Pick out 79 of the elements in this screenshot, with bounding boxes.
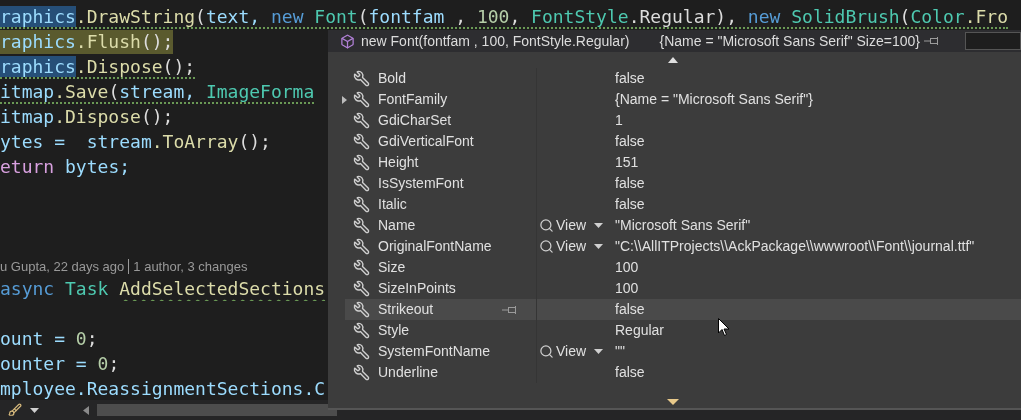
property-name: Bold [378, 69, 407, 88]
input-field[interactable] [965, 32, 1021, 50]
datatip-expression: new Font(fontfam , 100, FontStyle.Regular) [361, 31, 630, 51]
expand-icon[interactable] [341, 95, 347, 104]
property-name: GdiVerticalFont [378, 132, 474, 151]
property-name: Size [378, 258, 406, 277]
wrench-icon [353, 154, 370, 171]
search-icon [539, 218, 554, 233]
code-line: ounter = 0; [0, 352, 120, 376]
wrench-icon [353, 259, 370, 276]
property-value: Regular [615, 321, 665, 340]
codelens-changes[interactable]: 1 author, 3 changes [133, 256, 248, 276]
datatip-value: {Name = "Microsoft Sans Serif" Size=100} [659, 31, 920, 51]
view-button[interactable]: View [539, 341, 604, 362]
wrench-icon [353, 301, 370, 318]
property-name: Underline [378, 363, 438, 382]
caret-icon [30, 407, 39, 413]
property-value: false [615, 300, 645, 319]
wrench-icon [353, 133, 370, 150]
property-value: "Microsoft Sans Serif" [615, 216, 751, 235]
property-value: 151 [615, 153, 639, 172]
wrench-icon [353, 217, 370, 234]
property-name: SystemFontName [378, 342, 491, 361]
wrench-icon [353, 343, 370, 360]
property-value: 1 [615, 111, 623, 130]
code-line: ount = 0; [0, 327, 98, 351]
property-name: Italic [378, 195, 407, 214]
search-icon [539, 344, 554, 359]
wrench-icon [353, 280, 370, 297]
code-line: itmap.Dispose(); [0, 105, 174, 129]
property-value: "" [615, 342, 625, 361]
wrench-icon [353, 238, 370, 255]
scroll-left-icon[interactable] [83, 405, 89, 415]
property-value: false [615, 174, 645, 193]
property-name: Name [378, 216, 416, 235]
property-value: 100 [615, 279, 639, 298]
scroll-down-icon[interactable] [666, 399, 679, 405]
wrench-icon [353, 196, 370, 213]
code-line: raphics.Dispose(); [0, 55, 196, 79]
property-name: Height [378, 153, 419, 172]
wrench-icon [353, 70, 370, 87]
pin-icon[interactable] [924, 36, 940, 46]
wrench-icon [353, 175, 370, 192]
search-icon [539, 239, 554, 254]
horizontal-scrollbar[interactable] [97, 404, 337, 416]
codelens-author[interactable]: u Gupta, 22 days ago [0, 256, 125, 276]
property-value: false [615, 132, 645, 151]
code-line: ytes = stream.ToArray(); [0, 130, 271, 154]
code-line: mployee.ReassignmentSections.C [0, 377, 326, 401]
property-name: Strikeout [378, 300, 434, 319]
property-name: GdiCharSet [378, 111, 452, 130]
scroll-up-icon[interactable] [667, 57, 678, 63]
wrench-icon [353, 91, 370, 108]
view-button[interactable]: View [539, 215, 604, 236]
wrench-icon [353, 112, 370, 129]
wrench-icon [353, 364, 370, 381]
brush-icon[interactable] [8, 403, 22, 417]
caret-icon [594, 223, 604, 228]
caret-icon [594, 349, 604, 354]
view-button[interactable]: View [539, 236, 604, 257]
caret-icon [594, 244, 604, 249]
code-line: eturn bytes; [0, 155, 131, 179]
code-line: async Task AddSelectedSections [0, 277, 326, 301]
property-value: false [615, 363, 645, 382]
object-icon [340, 33, 355, 49]
property-value: "C:\\AllITProjects\\AckPackage\\wwwroot\\Font\\journal.ttf" [615, 237, 975, 256]
wrench-icon [353, 322, 370, 339]
property-name: SizeInPoints [378, 279, 456, 298]
property-name: OriginalFontName [378, 237, 492, 256]
property-value: {Name = "Microsoft Sans Serif"} [615, 90, 813, 109]
pin-icon[interactable] [502, 304, 518, 315]
property-value: false [615, 69, 645, 88]
property-name: Style [378, 321, 410, 340]
property-value: 100 [615, 258, 639, 277]
property-name: FontFamily [378, 90, 448, 109]
property-name: IsSystemFont [378, 174, 464, 193]
mouse-cursor-icon [718, 318, 730, 337]
property-value: false [615, 195, 645, 214]
code-line: itmap.Save(stream, ImageForma [0, 80, 315, 104]
